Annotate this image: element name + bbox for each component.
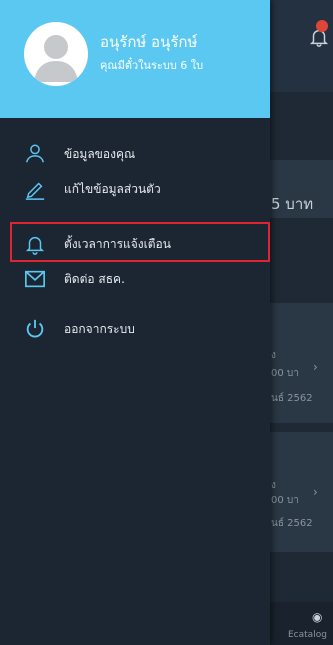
user-silhouette-icon [34,35,78,82]
menu-item-profile[interactable]: ข้อมูลของคุณ [0,135,270,171]
menu-item-label: แก้ไขข้อมูลส่วนตัว [64,182,161,196]
background-card-line: ง [271,350,276,361]
background-card-line: 00 บา [271,495,299,506]
drawer-header: อนุรักษ์ อนุรักษ์ คุณมีตั๋วในระบบ 6 ใบ [0,0,270,118]
background-amount: 5 บาท [271,195,314,213]
highlight-box [10,222,270,262]
ticket-count-text: คุณมีตั๋วในระบบ 6 ใบ [100,59,204,72]
user-name: อนุรักษ์ อนุรักษ์ [100,33,198,51]
avatar[interactable] [24,22,88,86]
edit-pencil-icon [25,182,45,200]
menu-item-edit-profile[interactable]: แก้ไขข้อมูลส่วนตัว [0,170,270,206]
chevron-right-icon: › [313,485,318,499]
menu-item-logout[interactable]: ออกจากระบบ [0,310,270,346]
notification-badge [316,20,328,32]
navigation-drawer: อนุรักษ์ อนุรักษ์ คุณมีตั๋วในระบบ 6 ใบ ข… [0,0,270,645]
menu-item-label: ออกจากระบบ [64,322,135,336]
user-icon [26,144,44,163]
background-card-line: นธ์ 2562 [271,393,313,404]
menu-item-contact[interactable]: ติดต่อ สธค. [0,260,270,296]
background-ticket-card[interactable] [270,432,333,552]
power-icon [26,319,44,338]
menu-item-label: ติดต่อ สธค. [64,272,125,286]
chevron-right-icon: › [313,360,318,374]
background-card-line: ง [271,480,276,491]
background-card-line: นธ์ 2562 [271,518,313,529]
ecatalog-icon[interactable]: ◉ [312,610,322,624]
menu-item-label: ข้อมูลของคุณ [64,147,136,161]
background-card-line: 00 บา [271,368,299,379]
mail-icon [25,270,45,288]
ecatalog-tab-label[interactable]: Ecatalog [288,630,327,640]
